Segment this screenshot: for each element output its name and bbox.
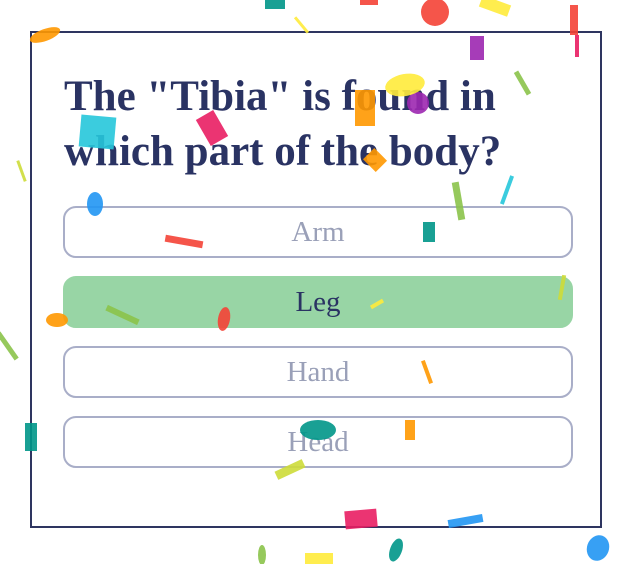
confetti-piece: [478, 0, 512, 17]
answer-button-arm[interactable]: Arm: [63, 206, 573, 258]
confetti-piece: [265, 0, 285, 9]
answer-button-hand[interactable]: Hand: [63, 346, 573, 398]
confetti-piece: [305, 553, 333, 564]
answer-button-head[interactable]: Head: [63, 416, 573, 468]
confetti-piece: [258, 545, 266, 564]
answer-button-leg[interactable]: Leg: [63, 276, 573, 328]
confetti-piece: [421, 0, 449, 26]
question-text: The "Tibia" is found in which part of th…: [64, 73, 502, 175]
quiz-card: The "Tibia" is found in which part of th…: [30, 31, 602, 528]
confetti-piece: [16, 160, 27, 182]
confetti-piece: [360, 0, 378, 5]
confetti-piece: [0, 331, 19, 361]
confetti-piece: [586, 535, 610, 561]
confetti-piece: [389, 538, 403, 562]
